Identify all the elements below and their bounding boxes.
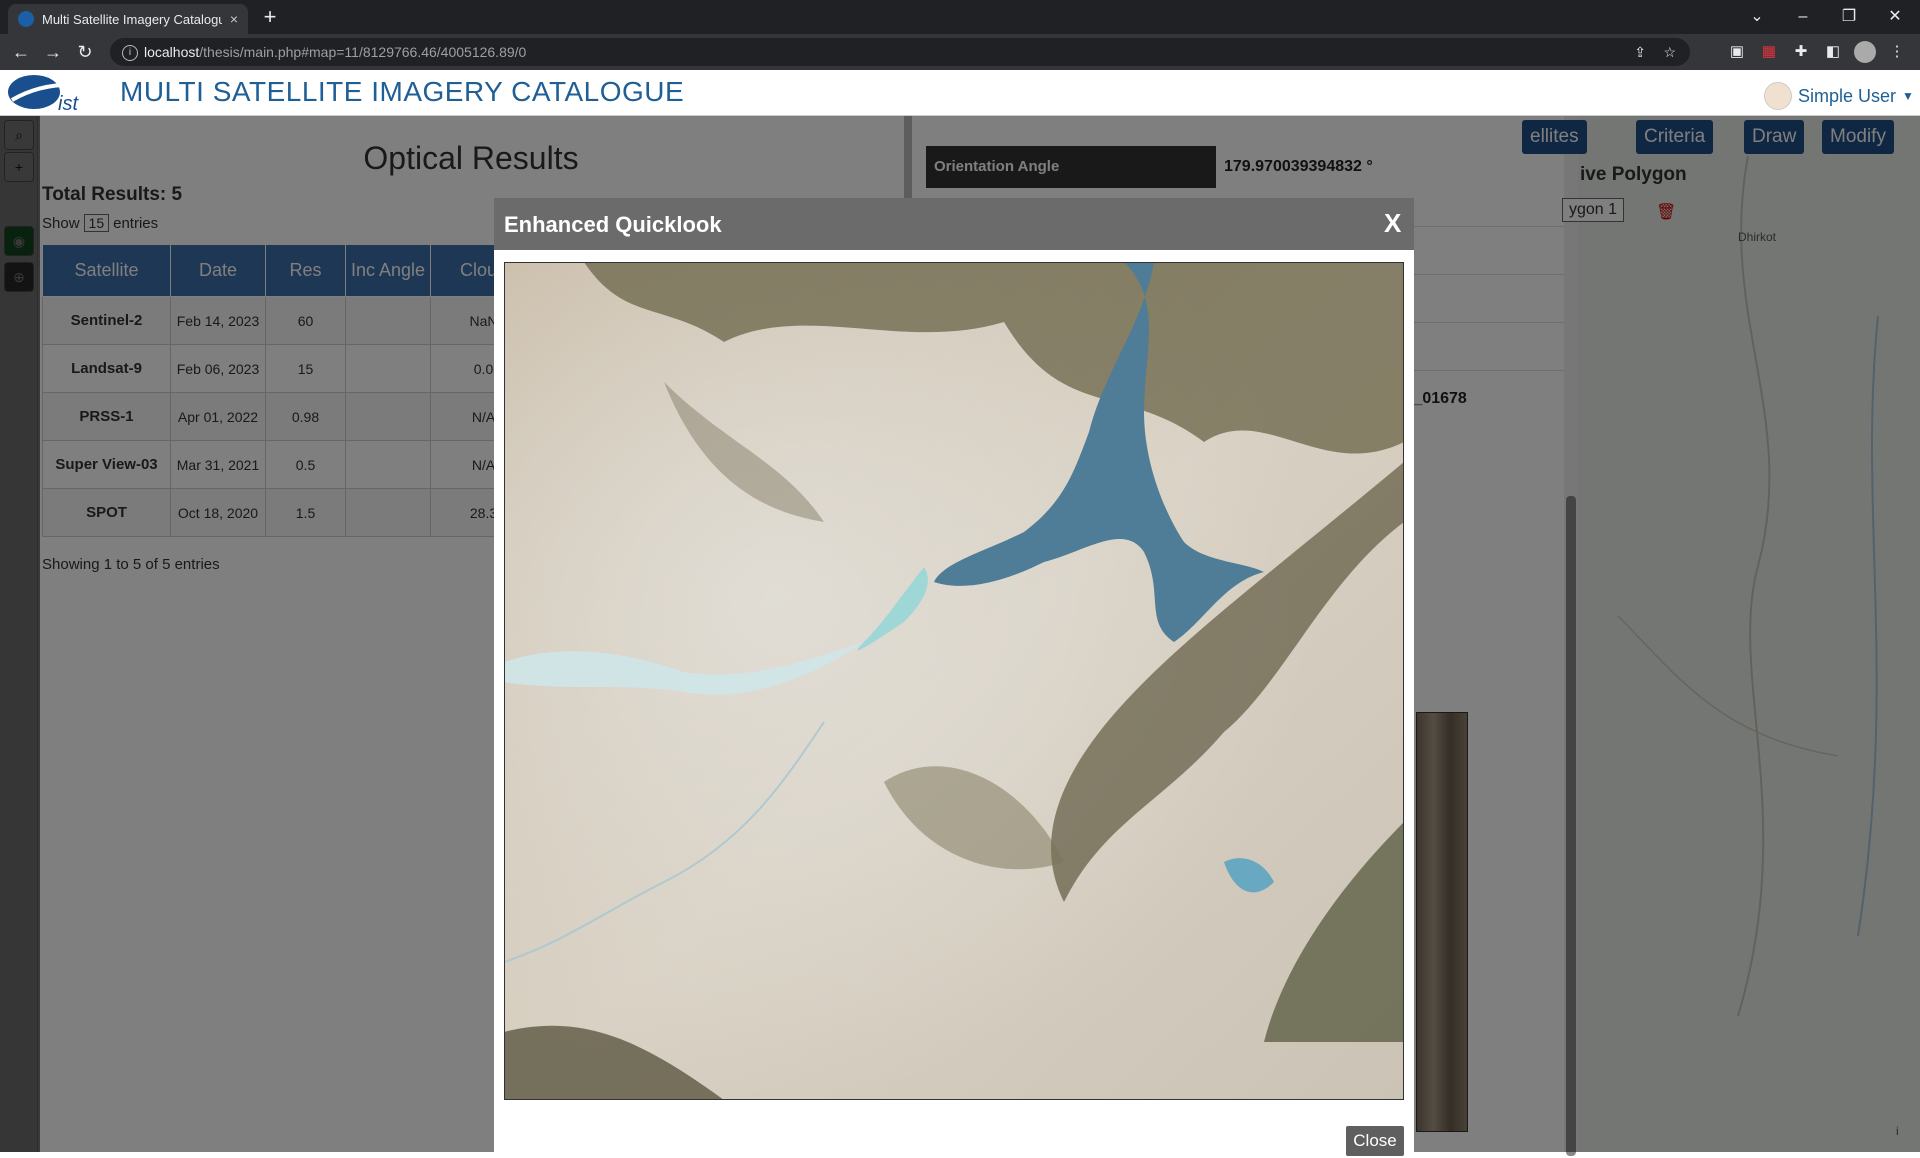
ist-logo: ist — [8, 75, 93, 114]
share-icon[interactable]: ⇪ — [1634, 38, 1646, 66]
user-avatar — [1764, 82, 1792, 110]
modal-close-icon[interactable]: X — [1384, 208, 1401, 239]
side-panel-icon[interactable]: ◧ — [1822, 41, 1844, 63]
modal-header: Enhanced Quicklook X — [494, 198, 1414, 250]
minimize-icon[interactable]: – — [1780, 4, 1826, 30]
url-host: localhost — [144, 44, 200, 60]
user-name: Simple User — [1798, 85, 1897, 106]
site-info-icon[interactable]: i — [122, 45, 138, 62]
url-path: /thesis/main.php#map=11/8129766.46/40051… — [199, 44, 527, 60]
browser-toolbar: ← → ↻ i localhost/thesis/main.php#map=11/… — [0, 34, 1920, 70]
profile-avatar[interactable] — [1854, 41, 1876, 63]
svg-text:ist: ist — [58, 93, 79, 114]
browser-tabstrip: Multi Satellite Imagery Catalogue × + ⌄ … — [0, 0, 1920, 34]
tab-close-icon[interactable]: × — [230, 11, 238, 27]
bookmark-star-icon[interactable]: ☆ — [1663, 38, 1676, 66]
window-close-icon[interactable]: ✕ — [1872, 4, 1918, 30]
caret-down-icon: ▼ — [1902, 89, 1914, 103]
reload-icon[interactable]: ↻ — [72, 39, 98, 65]
quicklook-modal: Enhanced Quicklook X Close — [494, 198, 1414, 1158]
restore-icon[interactable]: ❐ — [1826, 4, 1872, 30]
app-title: MULTI SATELLITE IMAGERY CATALOGUE — [120, 76, 685, 107]
forward-icon[interactable]: → — [40, 39, 66, 65]
extension-1-icon[interactable]: ▣ — [1726, 41, 1748, 63]
user-menu[interactable]: Simple User ▼ — [1764, 82, 1914, 110]
address-bar[interactable]: i localhost/thesis/main.php#map=11/812976… — [110, 38, 1690, 66]
browser-tab[interactable]: Multi Satellite Imagery Catalogue × — [8, 4, 248, 34]
new-tab-button[interactable]: + — [256, 4, 284, 32]
modal-title: Enhanced Quicklook — [504, 212, 722, 237]
back-icon[interactable]: ← — [8, 39, 34, 65]
enhanced-quicklook-image — [504, 262, 1404, 1100]
tab-search-icon[interactable]: ⌄ — [1734, 4, 1780, 30]
backdrop-edge — [0, 116, 40, 1152]
tab-title: Multi Satellite Imagery Catalogue — [42, 11, 222, 27]
favicon-icon — [18, 11, 34, 27]
browser-menu-icon[interactable]: ⋮ — [1886, 41, 1908, 63]
extension-2-icon[interactable]: ▦ — [1758, 41, 1780, 63]
extensions-icon[interactable]: ✚ — [1790, 41, 1812, 63]
